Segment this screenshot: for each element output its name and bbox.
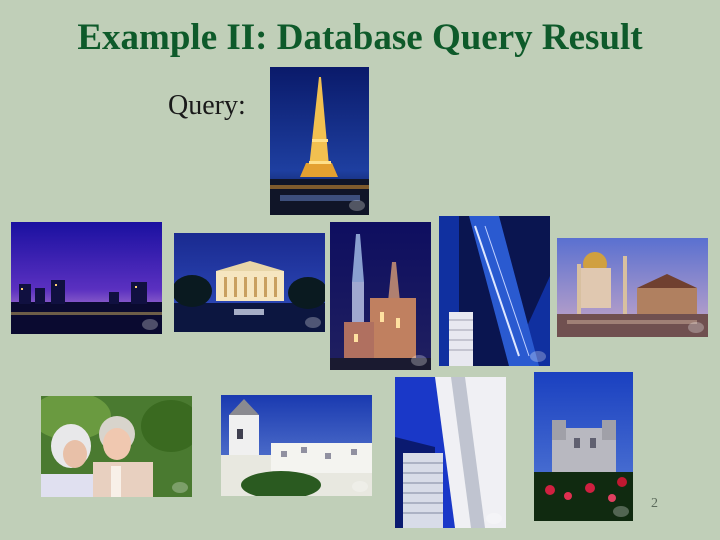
query-image-eiffel-tower <box>270 67 369 215</box>
result-image-castle <box>330 222 431 370</box>
result-image-skyscraper <box>395 377 506 528</box>
result-image-city-skyline <box>11 222 162 334</box>
result-image-glass-tower <box>439 216 550 366</box>
result-image-mosque <box>557 238 708 337</box>
result-image-stone-manor <box>534 372 633 521</box>
result-image-elderly-couple <box>41 396 192 497</box>
result-image-white-house <box>174 233 325 332</box>
page-number: 2 <box>651 496 658 511</box>
query-label: Query: <box>168 90 246 121</box>
slide-title: Example II: Database Query Result <box>77 17 643 58</box>
result-image-windmill <box>221 395 372 496</box>
